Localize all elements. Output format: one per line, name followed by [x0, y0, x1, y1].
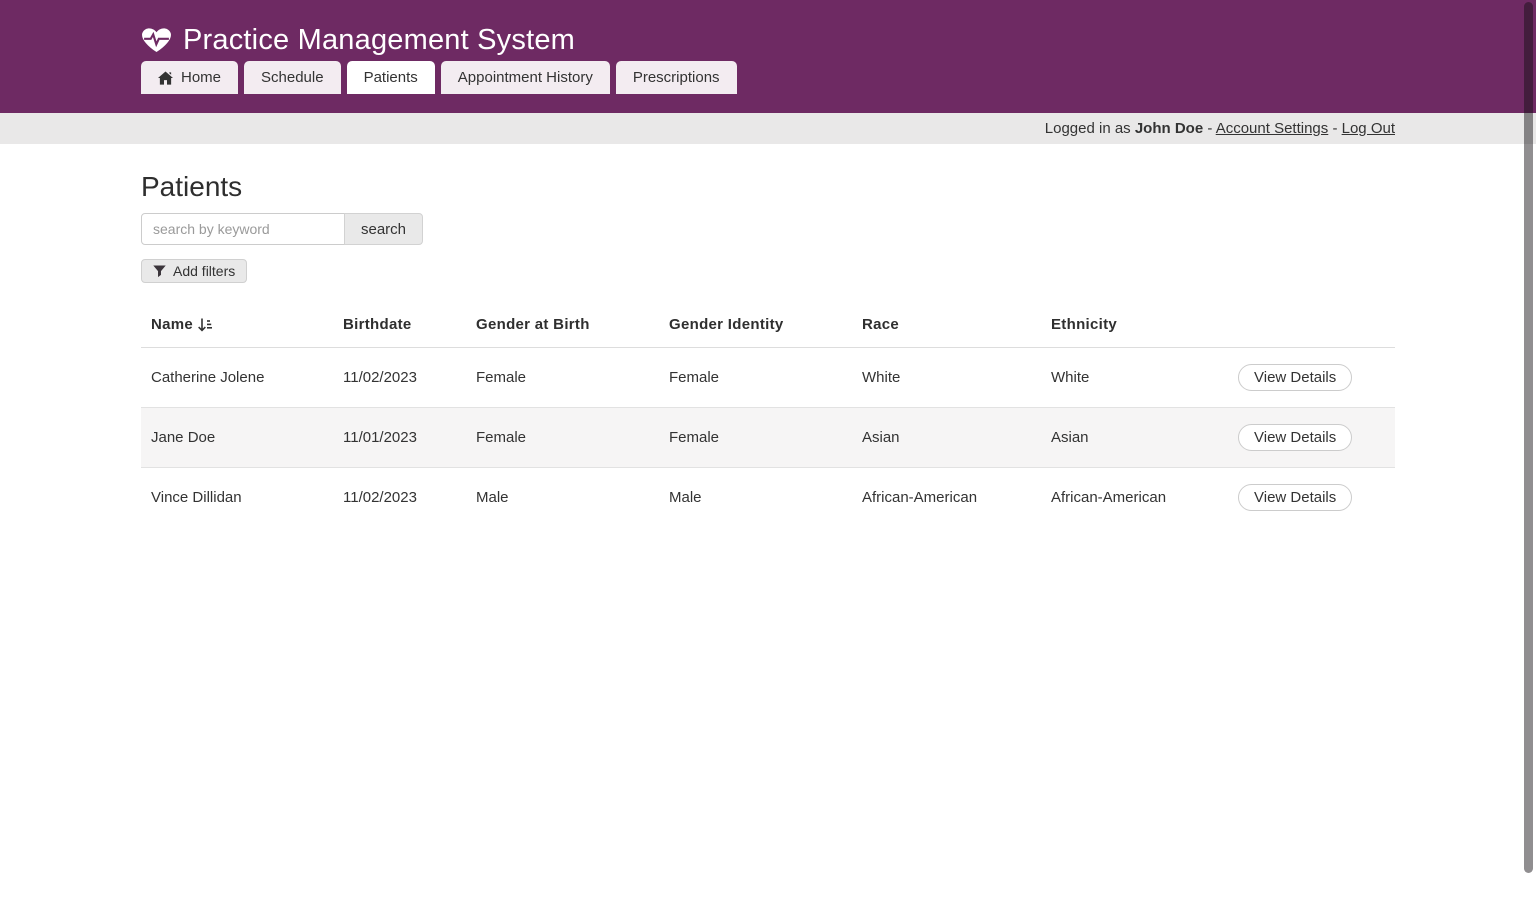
cell-gender-at-birth: Female — [466, 348, 659, 408]
tab-home[interactable]: Home — [141, 61, 238, 94]
logged-in-text: Logged in as — [1045, 120, 1131, 137]
column-header-race: Race — [852, 302, 1041, 348]
separator: - — [1207, 120, 1212, 137]
username: John Doe — [1135, 120, 1203, 137]
cell-race: African-American — [852, 468, 1041, 528]
cell-birthdate: 11/02/2023 — [333, 348, 466, 408]
tab-label: Prescriptions — [633, 69, 720, 86]
patients-table: Name B — [141, 302, 1395, 527]
cell-name: Catherine Jolene — [141, 348, 333, 408]
search-input[interactable] — [141, 213, 345, 245]
main-content: Patients search Add filters Name — [141, 171, 1395, 527]
tab-label: Schedule — [261, 69, 324, 86]
cell-birthdate: 11/02/2023 — [333, 468, 466, 528]
tab-label: Appointment History — [458, 69, 593, 86]
tab-patients[interactable]: Patients — [347, 61, 435, 94]
heart-pulse-icon — [141, 26, 172, 54]
cell-gender-identity: Male — [659, 468, 852, 528]
column-header-gender-identity: Gender Identity — [659, 302, 852, 348]
search-button[interactable]: search — [344, 213, 423, 245]
cell-name: Jane Doe — [141, 408, 333, 468]
account-settings-link[interactable]: Account Settings — [1216, 120, 1329, 137]
separator: - — [1332, 120, 1337, 137]
sort-amount-down-icon — [198, 318, 212, 332]
column-header-birthdate: Birthdate — [333, 302, 466, 348]
filter-icon — [153, 265, 166, 278]
add-filters-label: Add filters — [173, 263, 235, 279]
cell-ethnicity: White — [1041, 348, 1228, 408]
view-details-button[interactable]: View Details — [1238, 364, 1352, 391]
cell-gender-identity: Female — [659, 348, 852, 408]
add-filters-button[interactable]: Add filters — [141, 259, 247, 283]
table-row: Jane Doe 11/01/2023 Female Female Asian … — [141, 408, 1395, 468]
cell-birthdate: 11/01/2023 — [333, 408, 466, 468]
tab-appointment-history[interactable]: Appointment History — [441, 61, 610, 94]
column-header-ethnicity: Ethnicity — [1041, 302, 1228, 348]
search-row: search — [141, 213, 1395, 245]
tab-label: Home — [181, 69, 221, 86]
cell-race: Asian — [852, 408, 1041, 468]
page-title: Patients — [141, 171, 1395, 203]
view-details-button[interactable]: View Details — [1238, 484, 1352, 511]
table-row: Catherine Jolene 11/02/2023 Female Femal… — [141, 348, 1395, 408]
cell-gender-at-birth: Male — [466, 468, 659, 528]
scrollbar[interactable] — [1524, 2, 1533, 873]
cell-gender-identity: Female — [659, 408, 852, 468]
main-nav: Home Schedule Patients Appointment Histo… — [141, 61, 1395, 94]
tab-schedule[interactable]: Schedule — [244, 61, 341, 94]
cell-gender-at-birth: Female — [466, 408, 659, 468]
user-bar: Logged in as John Doe - Account Settings… — [0, 113, 1536, 144]
home-icon — [158, 71, 173, 85]
cell-ethnicity: Asian — [1041, 408, 1228, 468]
app-title: Practice Management System — [183, 24, 575, 57]
tab-label: Patients — [364, 69, 418, 86]
cell-name: Vince Dillidan — [141, 468, 333, 528]
cell-ethnicity: African-American — [1041, 468, 1228, 528]
tab-prescriptions[interactable]: Prescriptions — [616, 61, 737, 94]
cell-race: White — [852, 348, 1041, 408]
column-header-gender-at-birth: Gender at Birth — [466, 302, 659, 348]
logout-link[interactable]: Log Out — [1342, 120, 1395, 137]
view-details-button[interactable]: View Details — [1238, 424, 1352, 451]
table-header-row: Name B — [141, 302, 1395, 348]
column-header-actions — [1228, 302, 1395, 348]
column-header-name[interactable]: Name — [141, 302, 333, 348]
app-header: Practice Management System Home Schedule… — [0, 0, 1536, 113]
table-row: Vince Dillidan 11/02/2023 Male Male Afri… — [141, 468, 1395, 528]
brand: Practice Management System — [141, 0, 1395, 61]
